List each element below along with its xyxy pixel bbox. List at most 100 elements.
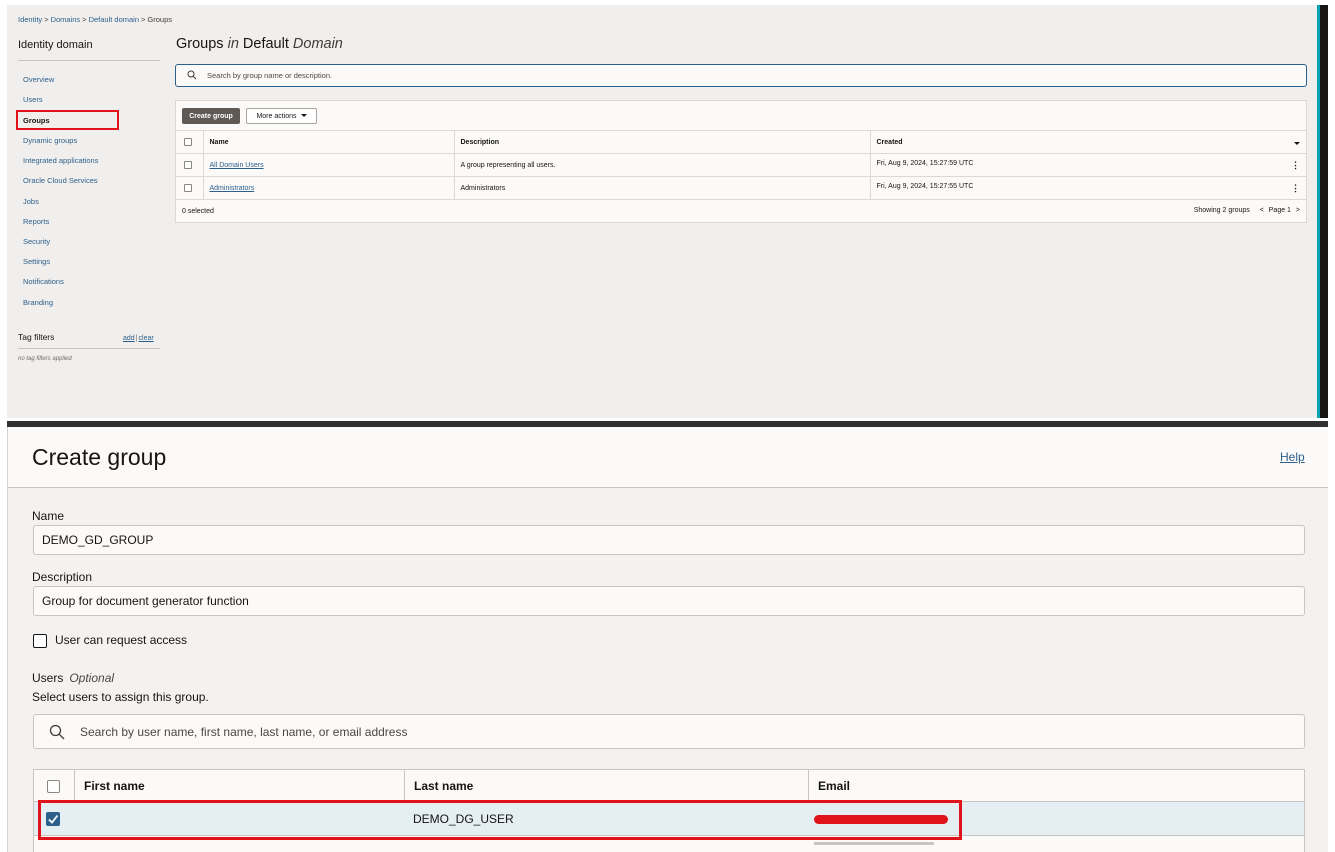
tag-filter-clear-link[interactable]: clear [139, 335, 154, 342]
group-name-cell: Administrators [202, 176, 454, 200]
select-all-cell [34, 770, 74, 802]
row-actions-icon[interactable]: ⋮ [1291, 160, 1300, 171]
sidebar-item-settings[interactable]: Settings [23, 257, 50, 266]
tag-filter-add-link[interactable]: add [123, 335, 135, 342]
breadcrumb-separator: > [82, 15, 87, 24]
row-checkbox[interactable] [184, 184, 192, 193]
group-search-box[interactable] [175, 64, 1307, 87]
row-actions-icon[interactable]: ⋮ [1291, 183, 1300, 194]
users-help-text: Select users to assign this group. [32, 690, 209, 704]
users-search-input[interactable] [78, 723, 1278, 741]
groups-highlight-box [16, 110, 119, 130]
sidebar-item-users[interactable]: Users [23, 95, 43, 104]
group-created-cell: Fri, Aug 9, 2024, 15:27:55 UTC ⋮ [869, 176, 1306, 200]
select-all-checkbox[interactable] [184, 138, 192, 146]
breadcrumb-default-domain[interactable]: Default domain [89, 15, 139, 24]
sidebar-item-overview[interactable]: Overview [23, 75, 54, 84]
group-name-cell: All Domain Users [202, 153, 454, 177]
name-label: Name [32, 509, 65, 523]
page-title: Groups in Default Domain [176, 36, 343, 52]
group-name-link[interactable]: Administrators [210, 185, 255, 192]
groups-list-panel: Identity > Domains > Default domain > Groups I… [7, 5, 1317, 418]
table-row: All Domain Users A group representing al… [176, 153, 1306, 177]
row-select-cell [176, 153, 203, 177]
column-header-last-name[interactable]: Last name [404, 770, 808, 802]
next-page-icon[interactable]: > [1296, 207, 1300, 214]
group-created-cell: Fri, Aug 9, 2024, 15:27:59 UTC ⋮ [869, 153, 1306, 177]
panel-edge-dark [1320, 5, 1328, 418]
description-field[interactable] [33, 586, 1305, 616]
selected-count: 0 selected [182, 208, 214, 215]
tag-filter-separator: | [135, 335, 138, 342]
users-label-text: Users [32, 671, 64, 685]
page-indicator: Page 1 [1268, 207, 1291, 214]
sidebar-item-jobs[interactable]: Jobs [23, 197, 39, 206]
create-group-panel: Create group Help Name Description User … [7, 427, 1328, 852]
column-header-first-name[interactable]: First name [74, 770, 404, 802]
page-title-domain: Default [242, 36, 289, 52]
search-icon [187, 70, 197, 80]
row-checkbox[interactable] [184, 161, 192, 169]
tag-filters-divider [18, 348, 160, 349]
sort-caret-icon[interactable] [1294, 141, 1300, 145]
tag-filter-links: add|clear [123, 335, 154, 342]
page-title-domain-suffix: Domain [292, 36, 343, 52]
panel-title: Create group [32, 444, 167, 470]
search-icon [49, 724, 65, 740]
selected-user-highlight-box [38, 800, 962, 840]
sidebar-item-reports[interactable]: Reports [23, 217, 49, 226]
showing-count: Showing 2 groups [1193, 207, 1250, 214]
page-title-in: in [227, 36, 239, 52]
description-label: Description [32, 570, 93, 584]
more-actions-button[interactable]: More actions [246, 108, 317, 124]
row-select-cell [176, 176, 203, 200]
group-created-text: Fri, Aug 9, 2024, 15:27:55 UTC [876, 182, 974, 190]
breadcrumb-separator: > [44, 15, 49, 24]
group-created-text: Fri, Aug 9, 2024, 15:27:59 UTC [876, 159, 974, 167]
users-table-header: First name Last name Email [34, 770, 1304, 802]
users-optional-text: Optional [69, 671, 115, 685]
create-group-button[interactable]: Create group [182, 108, 240, 124]
group-name-link[interactable]: All Domain Users [210, 162, 264, 169]
breadcrumb-identity[interactable]: Identity [18, 15, 42, 24]
breadcrumb-domains[interactable]: Domains [51, 15, 81, 24]
column-header-description[interactable]: Description [453, 130, 870, 154]
name-field[interactable] [33, 525, 1305, 555]
sidebar-item-notifications[interactable]: Notifications [23, 277, 64, 286]
sidebar-title: Identity domain [18, 39, 93, 51]
sidebar-item-security[interactable]: Security [23, 237, 50, 246]
help-link[interactable]: Help [1280, 450, 1305, 464]
table-row: Administrators Administrators Fri, Aug 9… [176, 176, 1306, 200]
users-label: Users Optional [32, 671, 114, 685]
breadcrumb: Identity > Domains > Default domain > Groups [18, 15, 172, 24]
select-all-checkbox[interactable] [47, 780, 60, 794]
breadcrumb-separator: > [141, 15, 146, 24]
column-header-name[interactable]: Name [202, 130, 454, 154]
table-header-row: Name Description Created [176, 130, 1306, 154]
request-access-checkbox[interactable] [33, 634, 47, 648]
tag-filters-empty-text: no tag filters applied [18, 356, 72, 362]
pagination: Showing 2 groups < Page 1 > [1186, 207, 1300, 214]
group-description-cell: A group representing all users. [453, 153, 870, 177]
select-all-cell [176, 130, 203, 154]
group-search-input[interactable] [205, 68, 1285, 82]
group-description-cell: Administrators [453, 176, 870, 200]
column-header-email[interactable]: Email [808, 770, 1304, 802]
groups-table: Name Description Created All Domain User… [176, 130, 1306, 200]
page-title-main: Groups [176, 36, 224, 52]
column-header-created-label: Created [876, 138, 903, 146]
sidebar-item-oracle-cloud-services[interactable]: Oracle Cloud Services [23, 176, 98, 185]
column-header-created[interactable]: Created [869, 130, 1306, 154]
sidebar-item-branding[interactable]: Branding [23, 298, 53, 307]
partial-row-content [814, 842, 934, 845]
users-search-box[interactable] [33, 714, 1305, 749]
sidebar-item-integrated-applications[interactable]: Integrated applications [23, 156, 98, 165]
sidebar-divider [18, 60, 160, 61]
sidebar-item-dynamic-groups[interactable]: Dynamic groups [23, 136, 77, 145]
caret-down-icon [300, 114, 307, 118]
tag-filters-title: Tag filters [18, 332, 55, 342]
groups-table-card: Create group More actions Name Descripti… [175, 100, 1307, 223]
more-actions-label: More actions [256, 112, 297, 120]
request-access-label[interactable]: User can request access [55, 633, 187, 647]
previous-page-icon[interactable]: < [1260, 207, 1264, 214]
